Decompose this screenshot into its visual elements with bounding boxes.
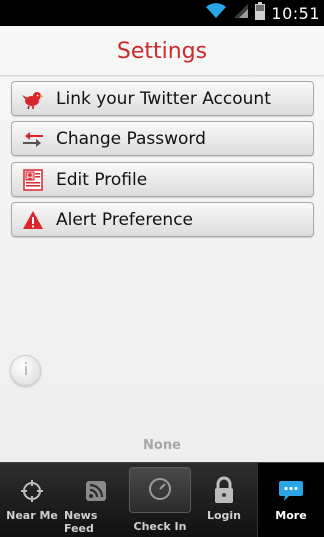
crosshair-icon xyxy=(20,479,44,503)
tab-more[interactable]: More xyxy=(257,463,324,537)
chat-bubble-icon xyxy=(278,479,304,503)
edit-profile-button[interactable]: Edit Profile xyxy=(11,162,314,197)
change-password-label: Change Password xyxy=(56,128,206,149)
swap-arrows-icon xyxy=(22,128,44,150)
battery-icon xyxy=(255,2,266,24)
clock-icon xyxy=(148,477,172,504)
change-password-button[interactable]: Change Password xyxy=(11,121,314,156)
info-icon xyxy=(21,361,31,381)
rss-icon xyxy=(85,479,107,503)
tab-check-in[interactable]: Check In xyxy=(129,463,191,537)
tab-login[interactable]: Login xyxy=(192,463,256,537)
tab-near-me-label: Near Me xyxy=(6,509,58,522)
tab-more-label: More xyxy=(275,509,307,522)
tab-check-in-label: Check In xyxy=(133,520,187,533)
check-in-button-frame xyxy=(129,467,191,513)
twitter-bird-icon xyxy=(22,88,44,110)
alert-preference-label: Alert Preference xyxy=(56,209,193,230)
edit-profile-label: Edit Profile xyxy=(56,169,148,190)
title-divider xyxy=(0,75,324,77)
floating-handle-button[interactable] xyxy=(10,355,41,386)
bottom-tab-bar: Near Me News Feed Check In Login More xyxy=(0,462,324,537)
signal-icon xyxy=(233,3,249,23)
status-icons: 10:51 xyxy=(205,0,320,26)
empty-state-text: None xyxy=(143,438,181,453)
link-twitter-button[interactable]: Link your Twitter Account xyxy=(11,81,314,116)
tab-login-label: Login xyxy=(206,509,242,522)
link-twitter-label: Link your Twitter Account xyxy=(56,88,271,109)
profile-card-icon xyxy=(22,168,44,191)
status-time: 10:51 xyxy=(271,3,320,23)
warning-icon xyxy=(22,209,44,231)
tab-near-me[interactable]: Near Me xyxy=(0,463,64,537)
alert-preference-button[interactable]: Alert Preference xyxy=(11,202,314,237)
page-title: Settings xyxy=(116,38,208,64)
lock-icon xyxy=(213,475,235,505)
tab-news-feed-label: News Feed xyxy=(64,509,98,535)
wifi-icon xyxy=(205,3,227,23)
status-bar: 10:51 xyxy=(0,0,324,26)
tab-news-feed[interactable]: News Feed xyxy=(64,463,128,537)
